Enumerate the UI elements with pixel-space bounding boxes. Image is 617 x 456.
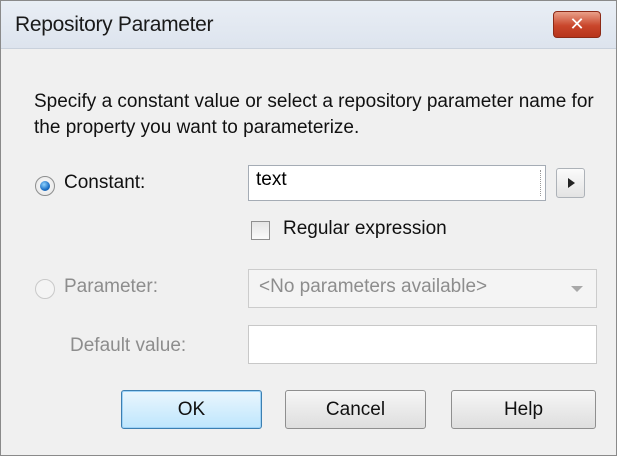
cancel-button[interactable]: Cancel xyxy=(285,390,426,429)
title-bar[interactable]: Repository Parameter ✕ xyxy=(1,1,616,49)
constant-radio[interactable] xyxy=(35,176,55,196)
constant-label: Constant: xyxy=(64,172,146,193)
play-arrow-icon xyxy=(567,178,575,188)
parameter-radio[interactable] xyxy=(35,279,55,299)
chevron-down-icon xyxy=(571,286,583,292)
parameter-dropdown[interactable]: <No parameters available> xyxy=(248,269,597,308)
close-icon: ✕ xyxy=(569,14,585,34)
default-value-input[interactable] xyxy=(248,325,597,364)
regular-expression-label: Regular expression xyxy=(283,218,447,239)
help-button-label: Help xyxy=(503,398,544,420)
cancel-button-label: Cancel xyxy=(325,398,386,420)
default-value-label: Default value: xyxy=(70,335,187,356)
expand-arrow-button[interactable] xyxy=(556,168,585,198)
constant-value-text: text xyxy=(256,169,287,190)
parameter-dropdown-value: <No parameters available> xyxy=(259,276,488,297)
input-separator xyxy=(540,170,541,196)
parameter-label: Parameter: xyxy=(64,276,158,297)
close-button[interactable]: ✕ xyxy=(553,11,601,38)
help-button[interactable]: Help xyxy=(451,390,596,429)
constant-value-input[interactable]: text xyxy=(248,165,546,201)
ok-button-label: OK xyxy=(177,398,206,420)
dialog-description: Specify a constant value or select a rep… xyxy=(34,91,594,138)
ok-button[interactable]: OK xyxy=(121,390,262,429)
regular-expression-checkbox[interactable] xyxy=(251,221,270,240)
dialog-title: Repository Parameter xyxy=(15,13,214,36)
